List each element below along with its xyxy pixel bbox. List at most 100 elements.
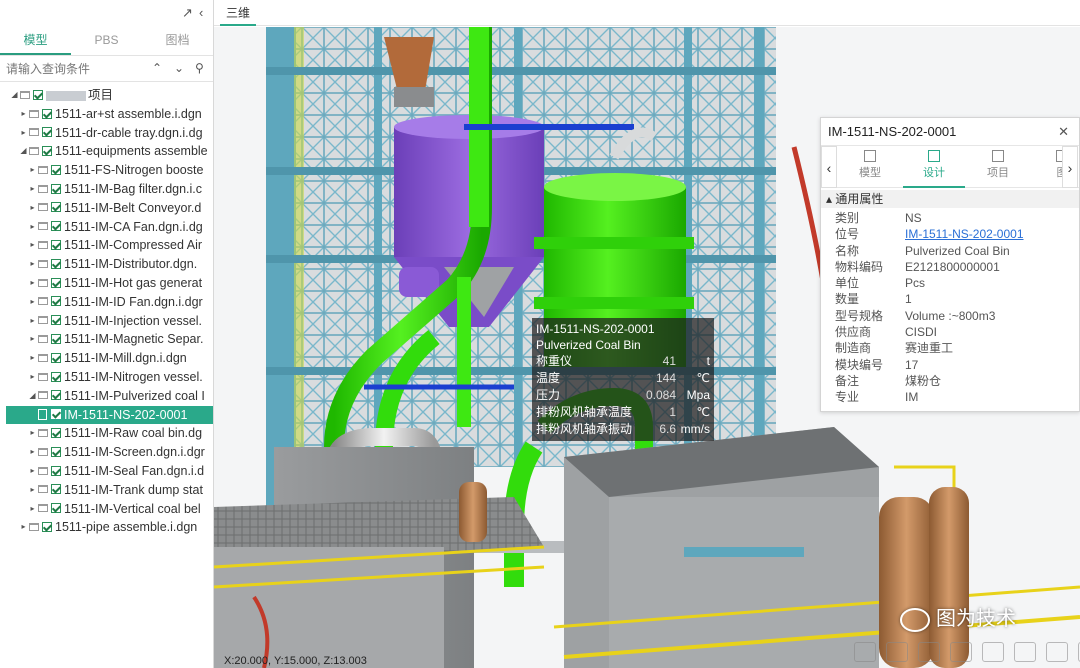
caret-right-icon[interactable]: ▸ — [28, 368, 37, 387]
chevron-down-icon[interactable]: ⌄ — [174, 61, 184, 75]
chevron-left-icon[interactable]: ‹ — [199, 5, 203, 20]
chevron-left-icon[interactable]: ‹ — [821, 146, 837, 188]
tab-pbs[interactable]: PBS — [71, 26, 142, 55]
tree-item[interactable]: ▸ 1511-IM-Vertical coal bel — [0, 500, 213, 519]
visibility-checkbox[interactable] — [51, 428, 61, 439]
chevron-right-icon[interactable]: › — [1062, 146, 1078, 188]
tree-item[interactable]: ▸ 1511-IM-Nitrogen vessel. — [0, 368, 213, 387]
toolbar-btn-3[interactable] — [918, 642, 940, 662]
tree-item[interactable]: ▸ 1511-FS-Nitrogen booste — [0, 161, 213, 180]
caret-right-icon[interactable]: ▸ — [28, 199, 37, 218]
visibility-checkbox[interactable] — [42, 127, 52, 138]
visibility-checkbox[interactable] — [51, 409, 61, 420]
caret-right-icon[interactable]: ▸ — [28, 481, 37, 500]
caret-right-icon[interactable]: ▸ — [28, 236, 37, 255]
tree-item[interactable]: ▸ 1511-IM-Trank dump stat — [0, 481, 213, 500]
tree-item[interactable]: ▸ 1511-IM-Belt Conveyor.d — [0, 199, 213, 218]
caret-right-icon[interactable]: ▸ — [19, 105, 28, 124]
tree-item[interactable]: ◢ 1511-IM-Pulverized coal I — [0, 387, 213, 406]
visibility-checkbox[interactable] — [51, 240, 61, 251]
visibility-checkbox[interactable] — [33, 89, 43, 100]
tab-project-props[interactable]: 项目 — [967, 150, 1029, 180]
tab-model[interactable]: 模型 — [0, 26, 71, 55]
caret-right-icon[interactable]: ▸ — [28, 255, 37, 274]
caret-right-icon[interactable]: ▸ — [28, 424, 37, 443]
tree-item[interactable]: ◢ 1511-equipments assemble — [0, 142, 213, 161]
toolbar-btn-1[interactable] — [854, 642, 876, 662]
property-value: NS — [905, 211, 922, 225]
visibility-checkbox[interactable] — [51, 202, 61, 213]
visibility-checkbox[interactable] — [42, 522, 52, 533]
close-icon[interactable]: ✕ — [1058, 118, 1069, 146]
tree-item[interactable]: ▸ 1511-IM-Bag filter.dgn.i.c — [0, 180, 213, 199]
visibility-checkbox[interactable] — [42, 146, 52, 157]
visibility-checkbox[interactable] — [51, 352, 61, 363]
visibility-checkbox[interactable] — [51, 183, 61, 194]
caret-right-icon[interactable]: ▸ — [28, 330, 37, 349]
caret-right-icon[interactable]: ▸ — [28, 312, 37, 331]
visibility-checkbox[interactable] — [51, 334, 61, 345]
caret-right-icon[interactable]: ▸ — [28, 180, 37, 199]
pin-icon[interactable]: ↗ — [182, 5, 193, 21]
caret-down-icon[interactable]: ◢ — [19, 142, 28, 161]
search-input[interactable] — [0, 58, 140, 80]
tree-item[interactable]: ▸ 1511-IM-Distributor.dgn. — [0, 255, 213, 274]
tree-item[interactable]: ▸ 1511-IM-Screen.dgn.i.dgr — [0, 443, 213, 462]
visibility-checkbox[interactable] — [51, 465, 61, 476]
tree-item[interactable]: ▸ 1511-IM-Mill.dgn.i.dgn — [0, 349, 213, 368]
toolbar-btn-7[interactable] — [1046, 642, 1068, 662]
tree-item[interactable]: ▸ 1511-IM-ID Fan.dgn.i.dgr — [0, 293, 213, 312]
visibility-checkbox[interactable] — [51, 503, 61, 514]
folder-icon — [38, 165, 48, 174]
tab-3d[interactable]: 三维 — [220, 0, 257, 26]
caret-right-icon[interactable]: ▸ — [28, 443, 37, 462]
caret-right-icon[interactable]: ▸ — [28, 274, 37, 293]
tab-drawings[interactable]: 图档 — [142, 26, 213, 55]
visibility-checkbox[interactable] — [51, 371, 61, 382]
caret-right-icon[interactable]: ▸ — [19, 518, 28, 537]
tab-design-props[interactable]: 设计 — [903, 150, 965, 188]
property-panel: IM-1511-NS-202-0001 ✕ ‹ 模型 设计 项目 图 › ▴ 通… — [820, 117, 1080, 412]
visibility-checkbox[interactable] — [51, 164, 61, 175]
tree-item[interactable]: ▸ 1511-IM-Raw coal bin.dg — [0, 424, 213, 443]
caret-down-icon[interactable]: ◢ — [10, 86, 19, 105]
caret-right-icon[interactable]: ▸ — [28, 462, 37, 481]
toolbar-btn-6[interactable] — [1014, 642, 1036, 662]
tree-item[interactable]: ▸ 1511-IM-Seal Fan.dgn.i.d — [0, 462, 213, 481]
caret-right-icon[interactable]: ▸ — [28, 293, 37, 312]
caret-down-icon[interactable]: ◢ — [28, 387, 37, 406]
tree-item[interactable]: ▸ 1511-IM-Hot gas generat — [0, 274, 213, 293]
tree-item[interactable]: ◢ 项目 — [0, 86, 213, 105]
caret-right-icon[interactable]: ▸ — [28, 349, 37, 368]
tree-item[interactable]: ▸ 1511-pipe assemble.i.dgn — [0, 518, 213, 537]
search-icon[interactable]: ⚲ — [195, 61, 204, 75]
caret-right-icon[interactable]: ▸ — [28, 500, 37, 519]
section-general-properties[interactable]: ▴ 通用属性 — [821, 190, 1079, 208]
caret-right-icon[interactable]: ▸ — [28, 218, 37, 237]
tree-item[interactable]: ▸ 1511-IM-CA Fan.dgn.i.dg — [0, 218, 213, 237]
tree-item-selected[interactable]: IM-1511-NS-202-0001 — [6, 405, 213, 425]
tree-item[interactable]: ▸ 1511-IM-Compressed Air — [0, 236, 213, 255]
chevron-up-icon[interactable]: ⌃ — [152, 61, 162, 75]
location-pin-icon[interactable] — [950, 642, 972, 662]
visibility-checkbox[interactable] — [51, 446, 61, 457]
visibility-checkbox[interactable] — [51, 221, 61, 232]
caret-right-icon[interactable]: ▸ — [28, 161, 37, 180]
toolbar-btn-2[interactable] — [886, 642, 908, 662]
visibility-checkbox[interactable] — [51, 277, 61, 288]
tree-item[interactable]: ▸ 1511-IM-Magnetic Separ. — [0, 330, 213, 349]
tree-item[interactable]: ▸ 1511-IM-Injection vessel. — [0, 312, 213, 331]
visibility-checkbox[interactable] — [51, 296, 61, 307]
toolbar-btn-5[interactable] — [982, 642, 1004, 662]
property-link[interactable]: IM-1511-NS-202-0001 — [905, 227, 1024, 241]
visibility-checkbox[interactable] — [42, 108, 52, 119]
tree-item[interactable]: ▸ 1511-ar+st assemble.i.dgn — [0, 105, 213, 124]
tab-model-props[interactable]: 模型 — [839, 150, 901, 180]
tooltip-value: 6.6 — [659, 422, 676, 436]
visibility-checkbox[interactable] — [51, 258, 61, 269]
caret-right-icon[interactable]: ▸ — [19, 124, 28, 143]
visibility-checkbox[interactable] — [51, 315, 61, 326]
visibility-checkbox[interactable] — [51, 390, 61, 401]
tree-item[interactable]: ▸ 1511-dr-cable tray.dgn.i.dg — [0, 124, 213, 143]
visibility-checkbox[interactable] — [51, 484, 61, 495]
